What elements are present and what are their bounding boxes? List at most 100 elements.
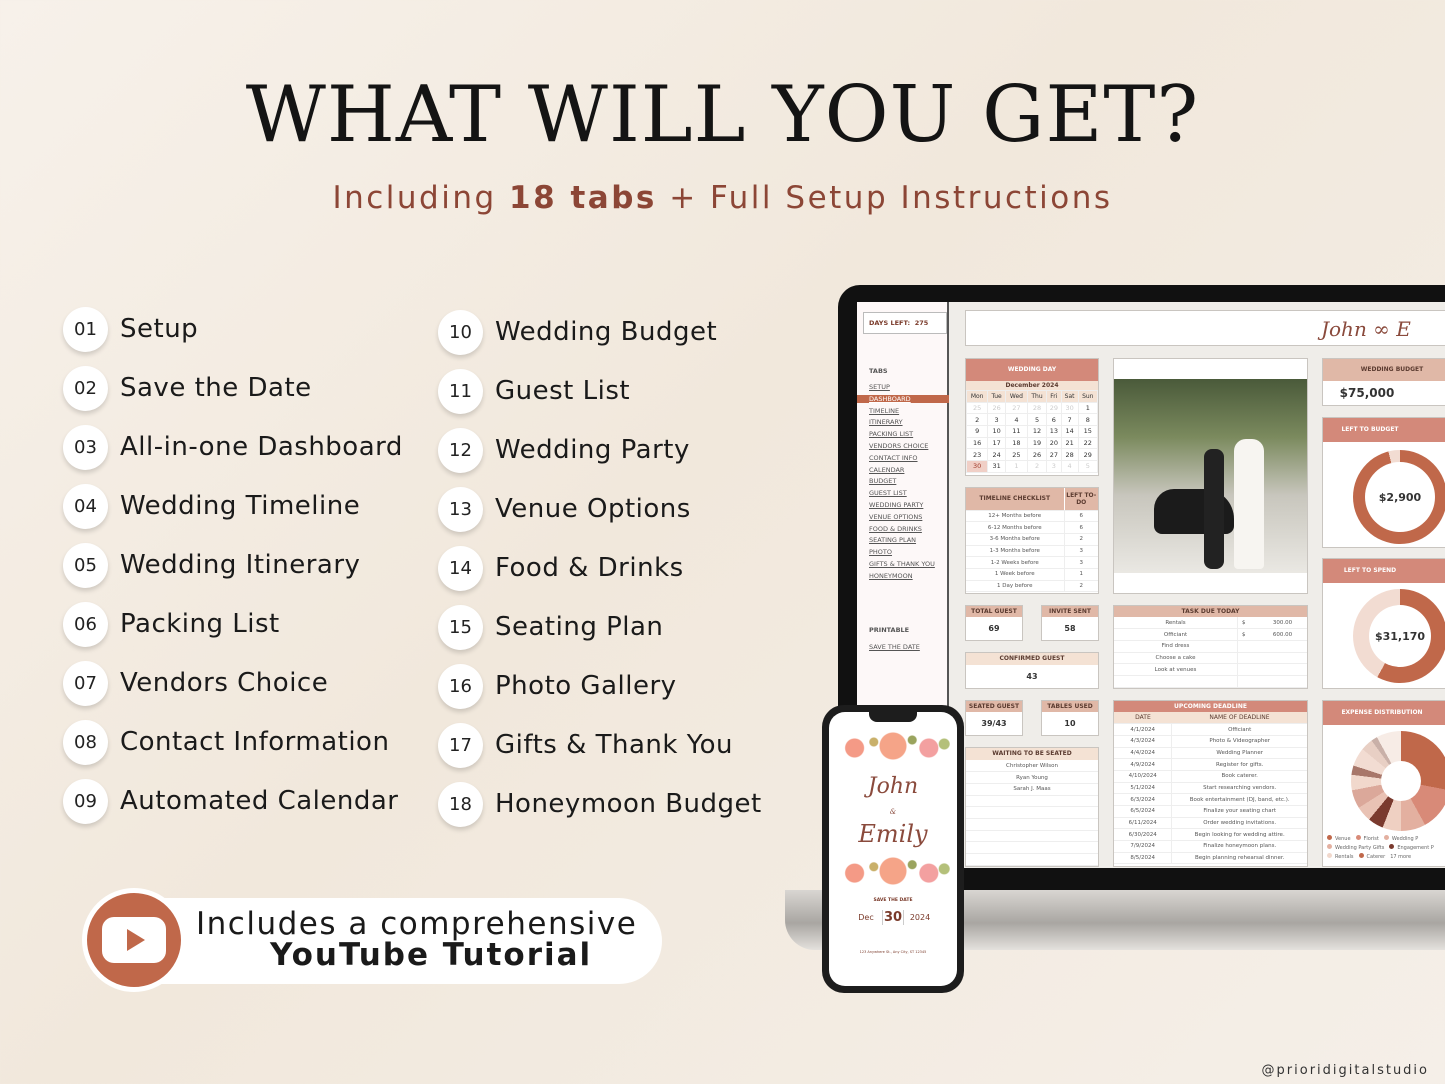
legend-label: 17 more bbox=[1390, 854, 1412, 860]
deadline-cell: 6/11/2024 bbox=[1114, 817, 1172, 830]
days-left-box: DAYS LEFT: 275 bbox=[863, 312, 947, 334]
calendar-day[interactable]: 19 bbox=[1026, 436, 1048, 450]
feature-item: 15 Seating Plan bbox=[438, 604, 663, 650]
sidebar-tab-link[interactable]: CONTACT INFO bbox=[869, 454, 918, 462]
task-row: Officiant $600.00 bbox=[1114, 628, 1307, 641]
legend-item: Florist bbox=[1355, 835, 1379, 842]
sidebar-tab-link[interactable]: VENDORS CHOICE bbox=[869, 442, 928, 450]
calendar-day[interactable]: 15 bbox=[1077, 425, 1098, 438]
calendar-day[interactable]: 6 bbox=[1046, 413, 1062, 427]
floral-bottom bbox=[829, 850, 957, 892]
legend-item: Venue bbox=[1327, 835, 1351, 842]
calendar-day[interactable]: 1 bbox=[1077, 401, 1098, 415]
calendar-day[interactable]: 25 bbox=[1004, 448, 1028, 462]
timeline-cell: 2 bbox=[1063, 533, 1098, 546]
calendar-day[interactable]: 30 bbox=[966, 460, 989, 473]
calendar-day[interactable]: 2 bbox=[966, 413, 989, 427]
feature-number-badge: 12 bbox=[438, 427, 483, 473]
deadline-row: 4/3/2024 Photo & Videographer bbox=[1114, 735, 1307, 748]
calendar-day[interactable]: 13 bbox=[1046, 425, 1062, 438]
calendar-day[interactable]: 29 bbox=[1077, 448, 1098, 462]
calendar-day[interactable]: 27 bbox=[1046, 448, 1062, 462]
sidebar-tab-link[interactable]: GIFTS & THANK YOU bbox=[869, 560, 935, 568]
calendar-day[interactable]: 1 bbox=[1004, 460, 1028, 473]
timeline-header: TIMELINE CHECKLIST LEFT TO-DO bbox=[966, 488, 1098, 511]
calendar-day[interactable]: 3 bbox=[1046, 460, 1062, 473]
sidebar-tab-link[interactable]: PHOTO bbox=[869, 548, 892, 556]
calendar-week: 25 26 27 28 29 30 1 bbox=[966, 401, 1098, 415]
calendar-day[interactable]: 16 bbox=[966, 436, 989, 450]
calendar-day[interactable]: 10 bbox=[987, 425, 1006, 438]
feature-number-badge: 05 bbox=[63, 542, 108, 588]
calendar-day[interactable]: 5 bbox=[1026, 413, 1048, 427]
left-to-spend-donut: $31,170 bbox=[1353, 589, 1445, 683]
waiting-row bbox=[966, 818, 1098, 831]
calendar-day[interactable]: 11 bbox=[1004, 425, 1028, 438]
sidebar-tab-link[interactable]: SEATING PLAN bbox=[869, 536, 916, 544]
feature-number-badge: 18 bbox=[438, 781, 483, 827]
calendar-day[interactable]: 17 bbox=[987, 436, 1006, 450]
days-left-label: DAYS LEFT: bbox=[869, 319, 911, 327]
sidebar-tab-link[interactable]: HONEYMOON bbox=[869, 572, 913, 580]
feature-label: Contact Information bbox=[120, 727, 390, 757]
calendar-day[interactable]: 31 bbox=[987, 460, 1006, 473]
deadline-cell: 4/9/2024 bbox=[1114, 758, 1172, 771]
calendar-day[interactable]: 3 bbox=[987, 413, 1006, 427]
calendar-day[interactable]: 28 bbox=[1060, 448, 1079, 462]
calendar-month: December 2024 bbox=[966, 381, 1098, 390]
calendar-day[interactable]: 5 bbox=[1077, 460, 1098, 473]
wedding-budget-card: WEDDING BUDGET $75,000 bbox=[1322, 358, 1445, 406]
calendar-day[interactable]: 14 bbox=[1060, 425, 1079, 438]
calendar-day[interactable]: 8 bbox=[1077, 413, 1098, 427]
calendar-day[interactable]: 2 bbox=[1026, 460, 1048, 473]
feature-label: Guest List bbox=[495, 376, 631, 406]
task-cell bbox=[1237, 663, 1258, 676]
calendar-day[interactable]: 12 bbox=[1026, 425, 1048, 438]
calendar-day[interactable]: 24 bbox=[987, 448, 1006, 462]
calendar-day[interactable]: 4 bbox=[1004, 413, 1028, 427]
calendar-day[interactable]: 7 bbox=[1060, 413, 1079, 427]
feature-label: Wedding Budget bbox=[495, 317, 718, 347]
calendar-day[interactable]: 21 bbox=[1060, 436, 1079, 450]
sidebar-tab-link[interactable]: DASHBOARD bbox=[857, 394, 949, 403]
calendar-day[interactable]: 29 bbox=[1046, 401, 1062, 415]
calendar-day[interactable]: 4 bbox=[1060, 460, 1079, 473]
task-cell: Rentals bbox=[1114, 617, 1238, 630]
deadline-row: 5/1/2024 Start researching vendors. bbox=[1114, 782, 1307, 795]
calendar-day[interactable]: 27 bbox=[1004, 401, 1028, 415]
feature-number-badge: 03 bbox=[63, 424, 108, 470]
task-row: Rentals $300.00 bbox=[1114, 617, 1307, 630]
deadline-header: DATE NAME OF DEADLINE bbox=[1114, 712, 1307, 725]
calendar-day[interactable]: 25 bbox=[966, 401, 989, 415]
sidebar-tab-link[interactable]: VENUE OPTIONS bbox=[869, 513, 922, 521]
sidebar-tab-link[interactable]: SETUP bbox=[869, 383, 890, 391]
calendar-day[interactable]: 18 bbox=[1004, 436, 1028, 450]
calendar-day[interactable]: 30 bbox=[1060, 401, 1079, 415]
deadline-cell: Finalize honeymoon plans. bbox=[1171, 840, 1307, 853]
deadline-cell: 4/10/2024 bbox=[1114, 770, 1172, 783]
calendar-day[interactable]: 22 bbox=[1077, 436, 1098, 450]
sidebar-tab-link[interactable]: BUDGET bbox=[869, 477, 896, 485]
sidebar-tab-link[interactable]: TIMELINE bbox=[869, 407, 899, 415]
deadline-cell: Start researching vendors. bbox=[1171, 782, 1307, 795]
sidebar-tab-link[interactable]: WEDDING PARTY bbox=[869, 501, 923, 509]
calendar-day[interactable]: 26 bbox=[1026, 448, 1048, 462]
sidebar-tab-link[interactable]: ITINERARY bbox=[869, 418, 903, 426]
calendar-day[interactable]: 26 bbox=[987, 401, 1006, 415]
sidebar-tab-link[interactable]: CALENDAR bbox=[869, 466, 904, 474]
waiting-name bbox=[966, 841, 1098, 854]
sidebar-tab-link[interactable]: PACKING LIST bbox=[869, 430, 913, 438]
sidebar-link-save-the-date[interactable]: SAVE THE DATE bbox=[869, 643, 920, 651]
sidebar-tab-link[interactable]: FOOD & DRINKS bbox=[869, 525, 922, 533]
subtitle-bold: 18 tabs bbox=[509, 180, 657, 216]
sidebar-tab-link[interactable]: GUEST LIST bbox=[869, 489, 907, 497]
calendar-day[interactable]: 20 bbox=[1046, 436, 1062, 450]
feature-label: Food & Drinks bbox=[495, 553, 684, 583]
legend-label: Wedding P bbox=[1391, 836, 1419, 842]
calendar-day[interactable]: 23 bbox=[966, 448, 989, 462]
phone-notch bbox=[869, 712, 917, 722]
waiting-to-be-seated: WAITING TO BE SEATED Christopher Wilson Ry… bbox=[965, 747, 1099, 867]
task-cell bbox=[1257, 675, 1307, 688]
calendar-day[interactable]: 9 bbox=[966, 425, 989, 438]
calendar-day[interactable]: 28 bbox=[1026, 401, 1048, 415]
